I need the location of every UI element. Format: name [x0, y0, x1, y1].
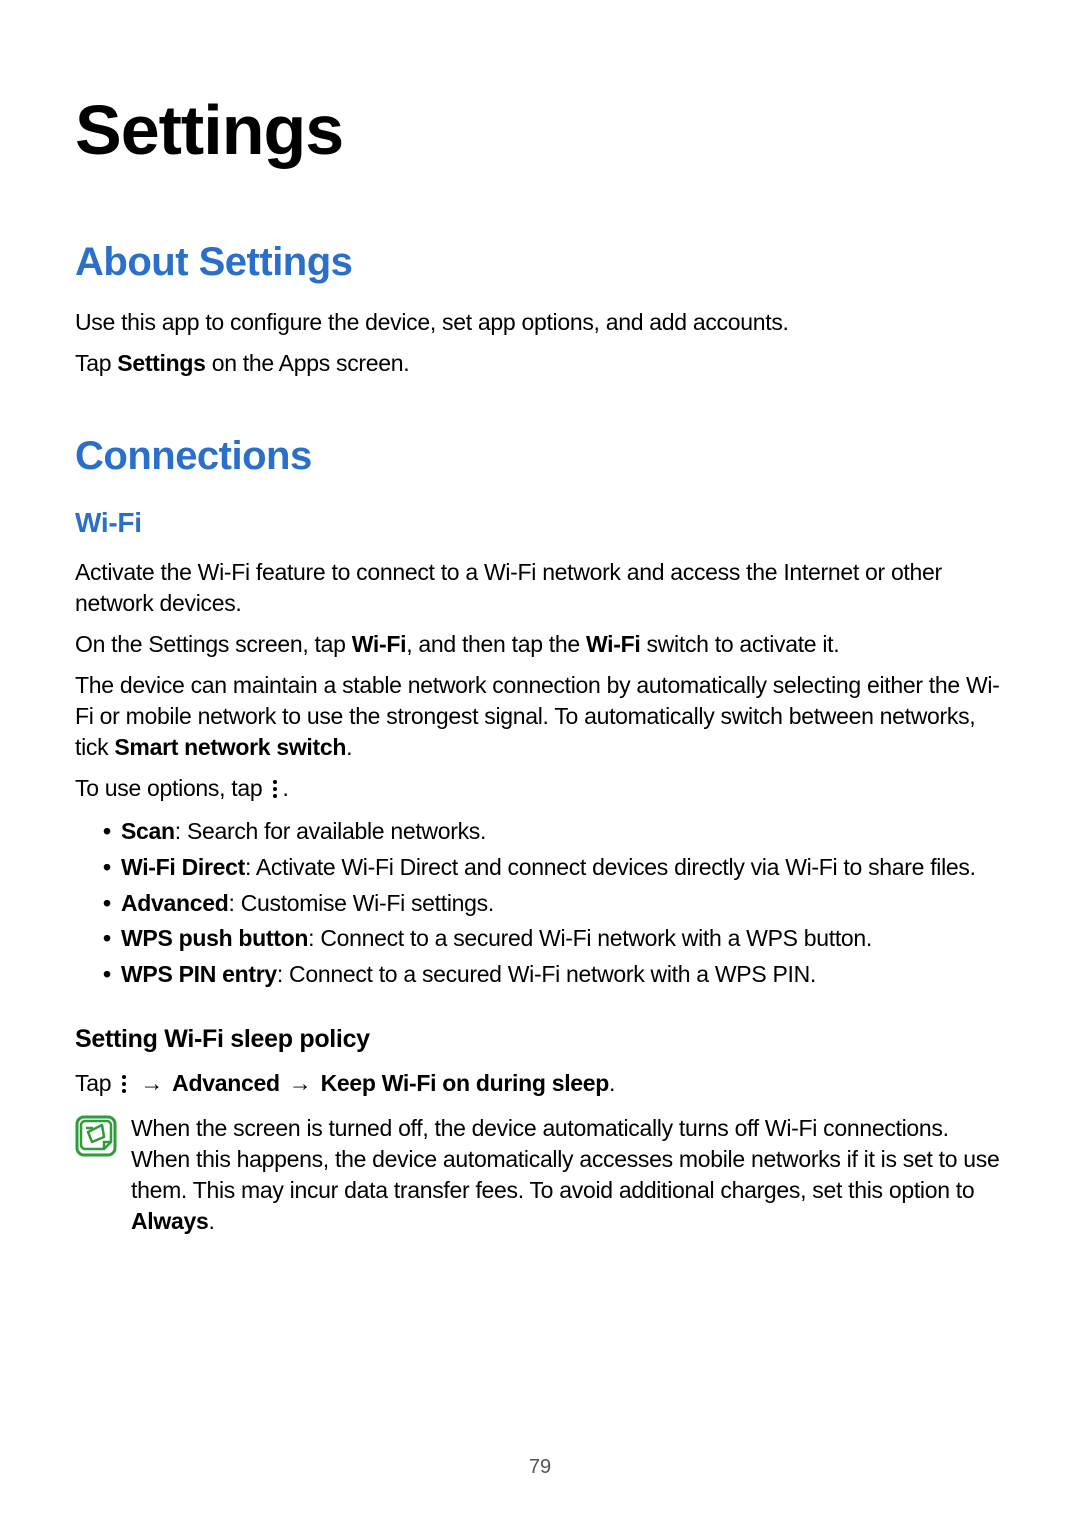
wifi-p4-b: . — [282, 775, 288, 801]
list-item: Wi-Fi Direct: Activate Wi-Fi Direct and … — [103, 850, 1005, 886]
about-settings-heading: About Settings — [75, 240, 1005, 285]
about-p1: Use this app to configure the device, se… — [75, 307, 1005, 338]
option-label: Advanced — [121, 890, 229, 916]
wifi-sleep-heading: Setting Wi-Fi sleep policy — [75, 1025, 1005, 1054]
note-text: When the screen is turned off, the devic… — [131, 1113, 1005, 1237]
arrow-icon: → — [140, 1068, 163, 1099]
list-item: Advanced: Customise Wi-Fi settings. — [103, 886, 1005, 922]
wifi-p1: Activate the Wi-Fi feature to connect to… — [75, 557, 1005, 619]
list-item: WPS PIN entry: Connect to a secured Wi-F… — [103, 957, 1005, 993]
connections-heading: Connections — [75, 434, 1005, 479]
wifi-p2-b: , and then tap the — [406, 631, 586, 657]
option-label: WPS push button — [121, 925, 308, 951]
wifi-heading: Wi-Fi — [75, 507, 1005, 539]
about-p2-bold: Settings — [117, 350, 205, 376]
note-bold: Always — [131, 1208, 208, 1234]
about-p2: Tap Settings on the Apps screen. — [75, 348, 1005, 379]
option-text: : Activate Wi-Fi Direct and connect devi… — [245, 854, 976, 880]
list-item: WPS push button: Connect to a secured Wi… — [103, 921, 1005, 957]
wifi-p3-b: . — [346, 734, 352, 760]
note-a: When the screen is turned off, the devic… — [131, 1115, 999, 1203]
note-b: . — [208, 1208, 214, 1234]
wifi-p2: On the Settings screen, tap Wi-Fi, and t… — [75, 629, 1005, 660]
wifi-p2-b1: Wi-Fi — [352, 631, 407, 657]
wifi-p2-b2: Wi-Fi — [586, 631, 641, 657]
option-text: : Search for available networks. — [175, 818, 486, 844]
wifi-p2-c: switch to activate it. — [640, 631, 839, 657]
about-p2-prefix: Tap — [75, 350, 117, 376]
option-text: : Connect to a secured Wi-Fi network wit… — [308, 925, 872, 951]
wifi-p4-a: To use options, tap — [75, 775, 268, 801]
more-options-icon — [119, 1075, 129, 1095]
option-text: : Customise Wi-Fi settings. — [229, 890, 494, 916]
wifi-p2-a: On the Settings screen, tap — [75, 631, 352, 657]
page-number: 79 — [0, 1456, 1080, 1479]
sleep-p1-b1: Advanced — [172, 1070, 280, 1096]
wifi-p3: The device can maintain a stable network… — [75, 670, 1005, 763]
option-label: WPS PIN entry — [121, 961, 277, 987]
sleep-p1-end: . — [609, 1070, 615, 1096]
option-label: Scan — [121, 818, 175, 844]
wifi-p4: To use options, tap . — [75, 773, 1005, 804]
more-options-icon — [270, 780, 280, 800]
wifi-options-list: Scan: Search for available networks. Wi-… — [75, 814, 1005, 992]
option-text: : Connect to a secured Wi-Fi network wit… — [277, 961, 816, 987]
list-item: Scan: Search for available networks. — [103, 814, 1005, 850]
sleep-p1-a: Tap — [75, 1070, 117, 1096]
page-content: Settings About Settings Use this app to … — [0, 0, 1080, 1237]
page-title: Settings — [75, 90, 1005, 170]
note-block: When the screen is turned off, the devic… — [75, 1113, 1005, 1237]
arrow-icon: → — [289, 1068, 312, 1099]
wifi-sleep-p1: Tap → Advanced → Keep Wi-Fi on during sl… — [75, 1068, 1005, 1099]
wifi-p3-bold: Smart network switch — [114, 734, 346, 760]
note-icon — [75, 1115, 117, 1157]
option-label: Wi-Fi Direct — [121, 854, 245, 880]
sleep-p1-b2: Keep Wi-Fi on during sleep — [321, 1070, 609, 1096]
about-p2-suffix: on the Apps screen. — [206, 350, 410, 376]
